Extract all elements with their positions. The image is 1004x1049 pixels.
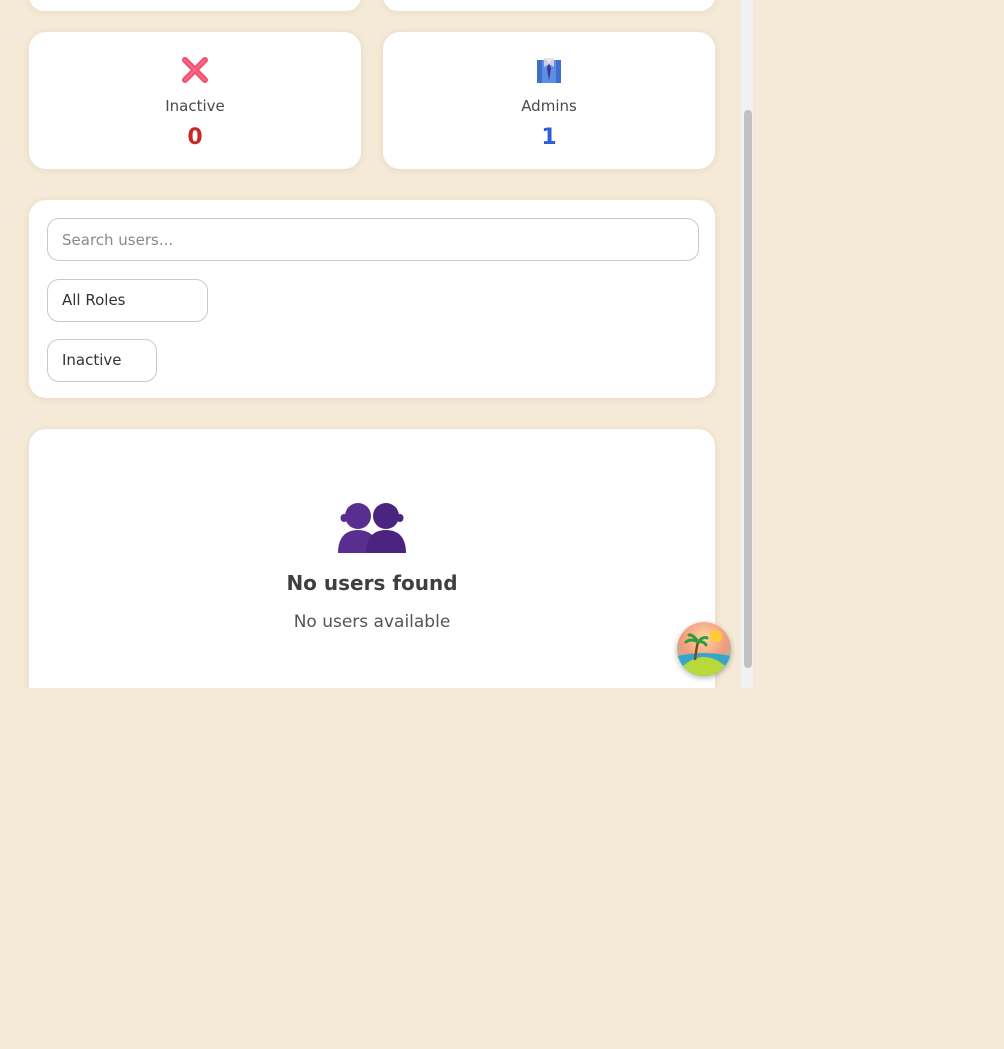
stat-label: Admins <box>521 97 577 115</box>
filters-panel: All Roles Inactive <box>28 199 716 399</box>
empty-state-title: No users found <box>286 571 458 595</box>
stat-value: 0 <box>187 125 203 150</box>
admin-suit-icon <box>383 52 715 88</box>
role-select[interactable]: All Roles <box>47 279 208 322</box>
search-input[interactable] <box>47 218 699 261</box>
beach-island-icon <box>677 622 731 676</box>
stat-card-partial-right <box>382 0 716 12</box>
scrollbar[interactable] <box>741 0 753 688</box>
stat-card-partial-left <box>28 0 362 12</box>
page-viewport: Inactive 0 Admins 1 All Roles Inactive <box>0 0 753 688</box>
scrollbar-thumb[interactable] <box>744 110 752 668</box>
stat-label: Inactive <box>165 97 225 115</box>
stat-card-admins: Admins 1 <box>382 31 716 170</box>
stat-value: 1 <box>541 125 557 150</box>
status-select[interactable]: Inactive <box>47 339 157 382</box>
empty-state-subtitle: No users available <box>293 612 451 632</box>
floating-beach-button[interactable] <box>677 622 731 676</box>
users-list-panel: No users found No users available <box>28 428 716 688</box>
stat-card-inactive: Inactive 0 <box>28 31 362 170</box>
users-silhouette-icon <box>29 499 715 553</box>
cross-mark-icon <box>29 52 361 88</box>
